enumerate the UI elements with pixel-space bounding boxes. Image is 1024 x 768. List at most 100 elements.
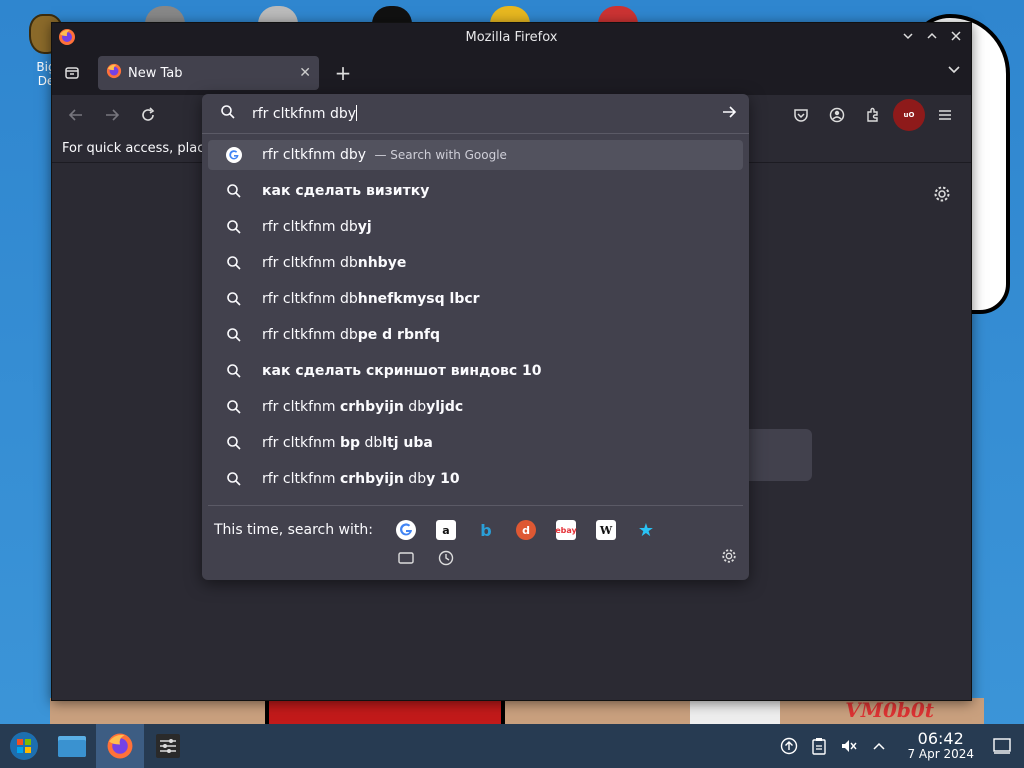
reload-icon[interactable] bbox=[130, 99, 166, 131]
suggestion-plain-part: rfr cltkfnm db bbox=[262, 255, 358, 271]
account-icon[interactable] bbox=[821, 99, 853, 131]
close-tab-icon[interactable]: ✕ bbox=[299, 65, 311, 81]
new-tab-button[interactable]: + bbox=[331, 61, 355, 85]
wikipedia-engine-icon[interactable]: W bbox=[596, 520, 616, 540]
suggestion-bold-part: bp bbox=[339, 435, 361, 451]
suggestion-plain-part: rfr cltkfnm db bbox=[262, 291, 358, 307]
wallpaper-signature: VM0b0t bbox=[845, 698, 934, 722]
suggestion-bold-part: nhbye bbox=[357, 255, 407, 271]
go-arrow-icon[interactable] bbox=[721, 104, 737, 124]
show-desktop-icon[interactable] bbox=[990, 734, 1014, 758]
search-icon bbox=[226, 255, 242, 271]
search-settings-gear-icon[interactable] bbox=[721, 548, 737, 568]
minimize-icon[interactable] bbox=[899, 27, 917, 45]
one-off-search-buttons: This time, search with: a b d ebay W ★ bbox=[202, 506, 749, 572]
search-suggestion-row[interactable]: rfr cltkfnm dbpe d rbnfq bbox=[208, 317, 743, 353]
extensions-icon[interactable] bbox=[857, 99, 889, 131]
search-suggestion-row[interactable]: как сделать визитку bbox=[208, 173, 743, 209]
search-icon bbox=[226, 219, 242, 235]
menu-hamburger-icon[interactable] bbox=[929, 99, 961, 131]
suggestion-plain-part: db bbox=[403, 471, 427, 487]
new-tab-settings-gear-icon[interactable] bbox=[933, 185, 951, 207]
history-mode-icon[interactable] bbox=[436, 548, 456, 568]
search-icon bbox=[226, 363, 242, 379]
suggestion-plain-part: rfr cltkfnm db bbox=[262, 219, 358, 235]
firefox-logo-icon bbox=[58, 28, 76, 50]
suggestion-bold-part: ltj uba bbox=[382, 435, 433, 451]
firefox-view-icon[interactable] bbox=[52, 51, 92, 95]
suggestion-bold-part: как сделать скриншот виндовс 10 bbox=[262, 363, 542, 379]
suggestion-text: как сделать визитку bbox=[262, 183, 429, 199]
close-window-icon[interactable] bbox=[947, 27, 965, 45]
suggestion-bold-part: yljdc bbox=[426, 399, 464, 415]
bing-engine-icon[interactable]: b bbox=[476, 520, 496, 540]
google-icon bbox=[226, 147, 242, 163]
suggestion-text: как сделать скриншот виндовс 10 bbox=[262, 363, 542, 379]
file-manager-icon[interactable] bbox=[48, 724, 96, 768]
url-input[interactable]: rfr cltkfnm dby bbox=[202, 94, 749, 134]
forward-arrow-icon[interactable] bbox=[94, 99, 130, 131]
tray-expand-chevron-icon[interactable] bbox=[867, 734, 891, 758]
search-icon bbox=[226, 435, 242, 451]
search-suggestion-row[interactable]: rfr cltkfnm dbnhbye bbox=[208, 245, 743, 281]
search-icon bbox=[226, 399, 242, 415]
suggestion-bold-part: hnefkmysq lbcr bbox=[357, 291, 480, 307]
search-suggestion-row[interactable]: как сделать скриншот виндовс 10 bbox=[208, 353, 743, 389]
updates-icon[interactable] bbox=[777, 734, 801, 758]
system-tray: 06:42 7 Apr 2024 bbox=[777, 724, 1024, 768]
list-all-tabs-icon[interactable] bbox=[947, 63, 961, 81]
urlbar-popup: rfr cltkfnm dby rfr cltkfnm dby — Search… bbox=[202, 94, 749, 580]
firefox-taskbar-icon[interactable] bbox=[96, 724, 144, 768]
search-suggestion-row[interactable]: rfr cltkfnm crhbyijn dby 10 bbox=[208, 461, 743, 497]
suggestion-plain-part: rfr cltkfnm bbox=[262, 435, 340, 451]
clipboard-icon[interactable] bbox=[807, 734, 831, 758]
text-caret bbox=[356, 105, 358, 121]
tab-bar: New Tab ✕ + bbox=[52, 51, 971, 95]
suggestion-bold-part: crhbyijn bbox=[339, 471, 404, 487]
suggestion-text: rfr cltkfnm bp dbltj uba bbox=[262, 435, 433, 451]
search-suggestion-row[interactable]: rfr cltkfnm crhbyijn dbyljdc bbox=[208, 389, 743, 425]
volume-muted-icon[interactable] bbox=[837, 734, 861, 758]
amazon-engine-icon[interactable]: a bbox=[436, 520, 456, 540]
suggestion-plain-part: rfr cltkfnm db bbox=[262, 327, 358, 343]
ebay-engine-icon[interactable]: ebay bbox=[555, 520, 577, 540]
search-icon bbox=[220, 104, 236, 124]
search-icon bbox=[226, 183, 242, 199]
clock-date: 7 Apr 2024 bbox=[907, 747, 974, 761]
suggestion-text: rfr cltkfnm dbyj bbox=[262, 219, 372, 235]
search-suggestion-row[interactable]: rfr cltkfnm dbhnefkmysq lbcr bbox=[208, 281, 743, 317]
tab-new-tab[interactable]: New Tab ✕ bbox=[98, 56, 319, 90]
titlebar[interactable]: Mozilla Firefox bbox=[52, 23, 971, 51]
url-input-value[interactable]: rfr cltkfnm dby bbox=[252, 106, 356, 122]
firefox-favicon-icon bbox=[106, 63, 122, 83]
system-settings-icon[interactable] bbox=[144, 724, 192, 768]
heuristic-result[interactable]: rfr cltkfnm dby — Search with Google bbox=[208, 140, 743, 170]
suggestion-plain-part: db bbox=[403, 399, 427, 415]
tabs-mode-icon[interactable] bbox=[396, 548, 416, 568]
google-engine-icon[interactable] bbox=[396, 520, 416, 540]
suggestion-text: rfr cltkfnm crhbyijn dbyljdc bbox=[262, 399, 463, 415]
new-tab-search-box[interactable] bbox=[742, 429, 812, 481]
suggestion-bold-part: crhbyijn bbox=[339, 399, 404, 415]
search-suggestion-row[interactable]: rfr cltkfnm dbyj bbox=[208, 209, 743, 245]
bookmarks-hint-text: For quick access, plac bbox=[62, 141, 205, 156]
start-menu-icon[interactable] bbox=[0, 724, 48, 768]
window-title: Mozilla Firefox bbox=[465, 29, 558, 45]
clock[interactable]: 06:42 7 Apr 2024 bbox=[907, 729, 974, 762]
suggestion-text: rfr cltkfnm dbhnefkmysq lbcr bbox=[262, 291, 480, 307]
suggestion-plain-part: rfr cltkfnm bbox=[262, 471, 340, 487]
maximize-icon[interactable] bbox=[923, 27, 941, 45]
back-arrow-icon[interactable] bbox=[58, 99, 94, 131]
bookmarks-star-icon[interactable]: ★ bbox=[636, 520, 656, 541]
clock-time: 06:42 bbox=[917, 729, 964, 748]
pocket-icon[interactable] bbox=[785, 99, 817, 131]
duckduckgo-engine-icon[interactable]: d bbox=[516, 520, 536, 540]
search-suggestion-row[interactable]: rfr cltkfnm bp dbltj uba bbox=[208, 425, 743, 461]
ublock-origin-icon[interactable]: uO bbox=[893, 99, 925, 131]
suggestion-bold-part: y 10 bbox=[426, 471, 460, 487]
heuristic-text: rfr cltkfnm dby bbox=[262, 147, 367, 163]
search-icon bbox=[226, 291, 242, 307]
suggestion-text: rfr cltkfnm crhbyijn dby 10 bbox=[262, 471, 460, 487]
search-icon bbox=[226, 327, 242, 343]
urlbar-results: rfr cltkfnm dby — Search with Google как… bbox=[202, 134, 749, 506]
